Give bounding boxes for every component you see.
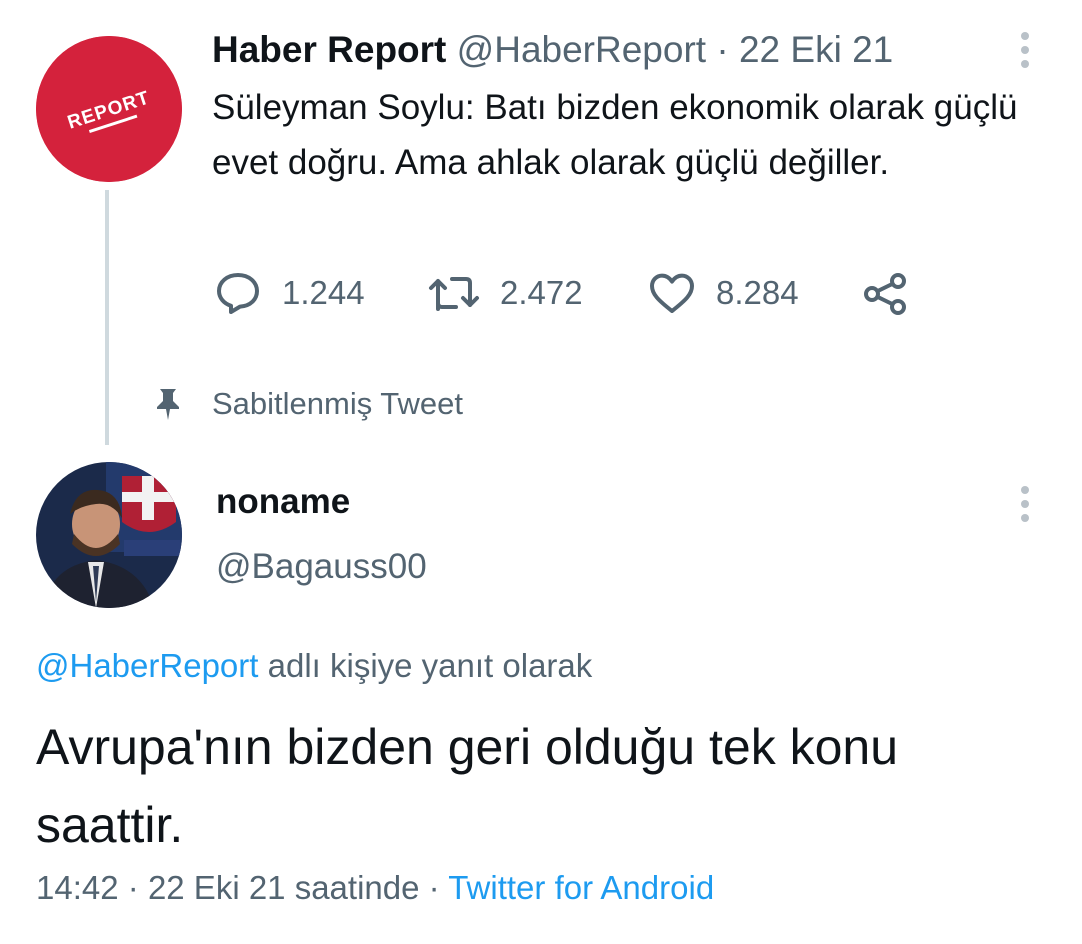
reply-action[interactable]: 1.244 — [214, 268, 365, 318]
meta-separator: · — [127, 869, 139, 906]
noname-avatar[interactable] — [36, 462, 182, 608]
reply-tweet-text: Avrupa'nın bizden geri olduğu tek konu s… — [36, 719, 899, 853]
reply-count: 1.244 — [282, 274, 365, 311]
haber-report-avatar[interactable]: REPORT — [36, 36, 182, 182]
profile-photo-icon — [36, 462, 182, 608]
reply-tweet-meta: 14:42 · 22 Eki 21 saatinde · Twitter for… — [36, 866, 714, 910]
like-action[interactable]: 8.284 — [648, 268, 799, 318]
reply-icon — [217, 273, 259, 314]
retweet-action[interactable]: 2.472 — [428, 268, 583, 318]
thread-connector-line — [105, 190, 109, 445]
parent-author-handle[interactable]: @HaberReport — [457, 29, 706, 70]
pin-icon — [157, 389, 179, 420]
parent-author-name[interactable]: Haber Report — [212, 29, 446, 70]
reply-tweet-time[interactable]: 14:42 — [36, 869, 119, 906]
replying-to-line: @HaberReport adlı kişiye yanıt olarak — [36, 644, 592, 688]
parent-tweet-text: Süleyman Soylu: Batı bizden ekonomik ola… — [212, 88, 1018, 182]
like-count: 8.284 — [716, 274, 799, 311]
report-logo-icon: REPORT — [36, 36, 182, 182]
heart-icon — [650, 273, 694, 313]
replying-to-mention[interactable]: @HaberReport — [36, 647, 258, 684]
reply-more-options-icon[interactable] — [1018, 484, 1032, 524]
reply-author-handle[interactable]: @Bagauss00 — [216, 545, 427, 589]
more-options-icon[interactable] — [1018, 30, 1032, 70]
retweet-icon — [429, 277, 479, 311]
tweet-source-link[interactable]: Twitter for Android — [448, 869, 714, 906]
parent-tweet-header: Haber Report @HaberReport · 22 Eki 21 — [212, 28, 893, 72]
replying-to-suffix: adlı kişiye yanıt olarak — [267, 647, 593, 684]
reply-author-name[interactable]: noname — [216, 480, 350, 524]
reply-tweet-date[interactable]: 22 Eki 21 saatinde — [148, 869, 420, 906]
parent-tweet-date[interactable]: 22 Eki 21 — [739, 29, 893, 70]
retweet-count: 2.472 — [500, 274, 583, 311]
meta-separator: · — [428, 869, 440, 906]
meta-separator: · — [716, 29, 729, 70]
share-icon[interactable] — [862, 272, 910, 316]
pinned-tweet-label: Sabitlenmiş Tweet — [212, 386, 463, 421]
